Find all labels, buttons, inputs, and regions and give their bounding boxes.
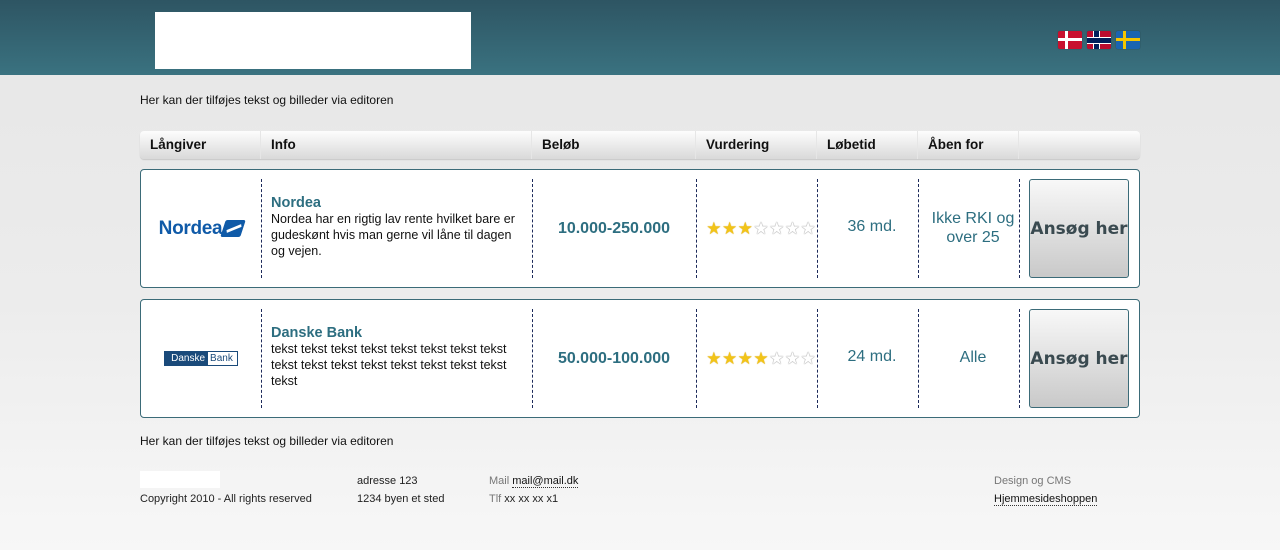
- design-link[interactable]: Hjemmesideshoppen: [994, 493, 1098, 506]
- star-filled-icon: ★: [706, 219, 722, 238]
- column-divider: [261, 309, 262, 408]
- open-for: Ikke RKI og over 25: [931, 209, 1015, 246]
- column-divider: [918, 179, 919, 278]
- phone-label: Tlf: [489, 493, 502, 505]
- star-empty-icon: ★: [769, 349, 785, 368]
- danske-bank-logo: Danske Bank: [141, 309, 261, 408]
- intro-text-top: Her kan der tilføjes tekst og billeder v…: [140, 93, 394, 107]
- star-empty-icon: ★: [800, 219, 816, 238]
- bank-description: Nordea har en rigtig lav rente hvilket b…: [271, 212, 515, 258]
- column-divider: [918, 309, 919, 408]
- flag-norwegian-icon[interactable]: [1087, 31, 1111, 49]
- flag-danish-icon[interactable]: [1058, 31, 1082, 49]
- loan-term: 24 md.: [847, 347, 897, 365]
- design-link-row: Hjemmesideshoppen: [994, 493, 1098, 506]
- nordea-logo-text: Nordea: [158, 217, 223, 239]
- loan-amount: 10.000-250.000: [557, 219, 671, 237]
- rating-stars: ★ ★ ★ ★ ★ ★ ★: [704, 179, 816, 278]
- footer-logo: [140, 471, 220, 488]
- apply-button[interactable]: Ansøg her: [1029, 309, 1129, 408]
- star-filled-icon: ★: [737, 349, 753, 368]
- star-filled-icon: ★: [706, 349, 722, 368]
- nordea-sail-icon: [220, 220, 247, 237]
- column-divider: [817, 179, 818, 278]
- star-filled-icon: ★: [737, 219, 753, 238]
- column-divider: [1019, 179, 1020, 278]
- language-selector: [1058, 31, 1140, 49]
- mail-label: Mail: [489, 475, 510, 487]
- intro-text-bottom: Her kan der tilføjes tekst og billeder v…: [140, 434, 394, 448]
- mail-row: Mail mail@mail.dk: [489, 475, 579, 488]
- bank-name[interactable]: Danske Bank: [271, 325, 526, 341]
- loan-amount: 50.000-100.000: [557, 349, 671, 367]
- table-row: Danske Bank Danske Bank tekst tekst teks…: [140, 299, 1140, 418]
- danske-logo-text: Danske: [165, 352, 209, 365]
- bank-name[interactable]: Nordea: [271, 195, 526, 211]
- column-divider: [817, 309, 818, 408]
- bank-logo-text: Bank: [208, 352, 237, 365]
- phone-row: Tlf xx xx xx x1: [489, 493, 558, 505]
- column-divider: [696, 179, 697, 278]
- design-label: Design og CMS: [994, 475, 1072, 487]
- star-empty-icon: ★: [800, 349, 816, 368]
- apply-button[interactable]: Ansøg her: [1029, 179, 1129, 278]
- star-empty-icon: ★: [784, 349, 801, 368]
- open-for: Alle: [959, 349, 987, 366]
- rating-stars: ★ ★ ★ ★ ★ ★ ★: [704, 309, 816, 408]
- column-header-lender: Långiver: [150, 137, 207, 152]
- table-row: Nordea Nordea Nordea har en rigtig lav r…: [140, 169, 1140, 288]
- column-header-open-for: Åben for: [917, 131, 1018, 159]
- star-filled-icon: ★: [721, 219, 738, 238]
- column-divider: [696, 309, 697, 408]
- bank-description: tekst tekst tekst tekst tekst tekst teks…: [271, 342, 507, 388]
- bank-info: Danske Bank tekst tekst tekst tekst teks…: [271, 309, 526, 408]
- flag-swedish-icon[interactable]: [1116, 31, 1140, 49]
- column-header-term: Løbetid: [816, 131, 917, 159]
- loan-term: 36 md.: [847, 217, 897, 235]
- mail-link[interactable]: mail@mail.dk: [512, 475, 579, 488]
- column-header-amount: Beløb: [531, 131, 695, 159]
- site-logo[interactable]: [155, 12, 471, 69]
- star-empty-icon: ★: [753, 219, 769, 238]
- address-line-1: adresse 123: [357, 475, 418, 487]
- address-line-2: 1234 byen et sted: [357, 493, 445, 505]
- column-divider: [261, 179, 262, 278]
- column-header-action: [1018, 131, 1140, 159]
- table-header: Långiver Info Beløb Vurdering Løbetid Åb…: [140, 131, 1140, 159]
- site-header: [0, 0, 1280, 75]
- phone-value: xx xx xx x1: [504, 493, 559, 505]
- star-filled-icon: ★: [721, 349, 738, 368]
- star-empty-icon: ★: [769, 219, 785, 238]
- copyright-text: Copyright 2010 - All rights reserved: [140, 493, 312, 505]
- star-filled-icon: ★: [753, 349, 769, 368]
- column-divider: [1019, 309, 1020, 408]
- column-header-rating: Vurdering: [695, 131, 816, 159]
- nordea-logo: Nordea: [141, 179, 261, 278]
- star-empty-icon: ★: [784, 219, 801, 238]
- column-header-info: Info: [260, 131, 531, 159]
- bank-info: Nordea Nordea har en rigtig lav rente hv…: [271, 179, 526, 278]
